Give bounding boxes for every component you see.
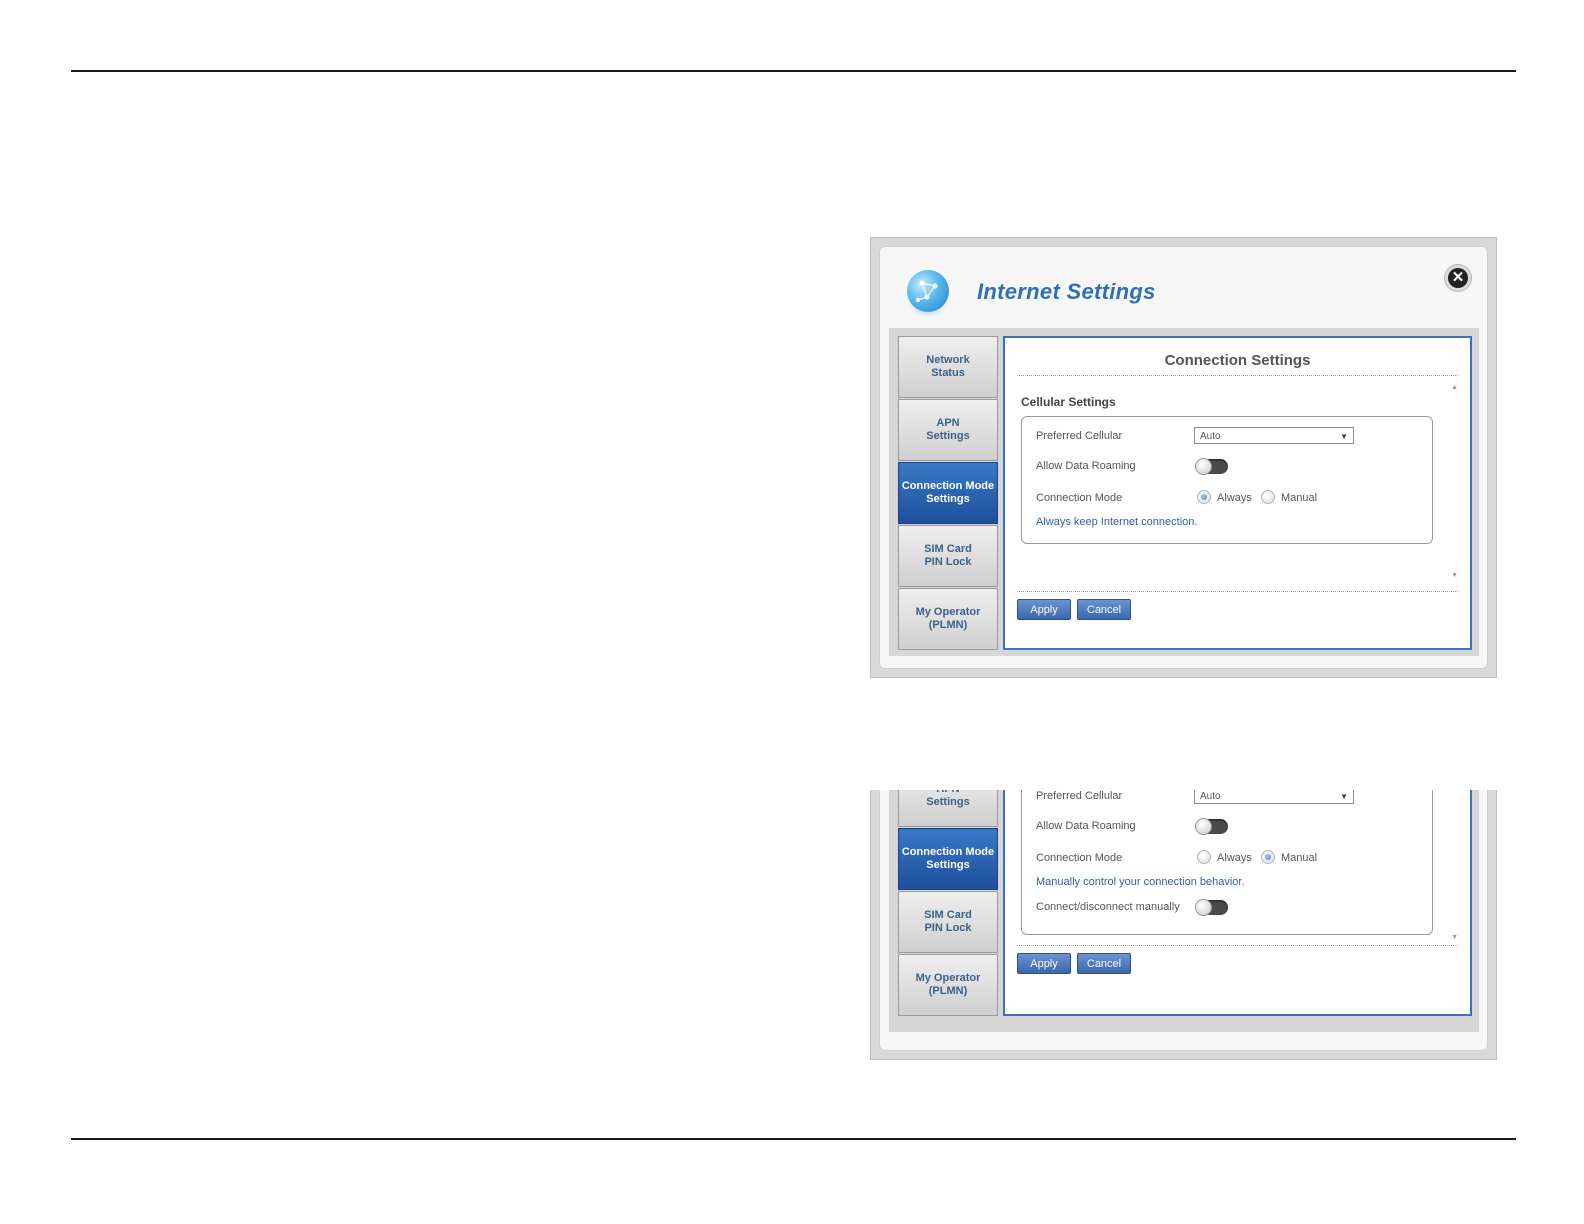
sidebar-item-label: Settings (926, 796, 970, 808)
preferred-cellular-select[interactable]: Auto ▼ (1194, 427, 1354, 444)
select-value: Auto (1200, 791, 1221, 802)
radio-always[interactable] (1197, 490, 1211, 504)
globe-network-icon (907, 270, 949, 312)
chevron-down-icon: ▼ (1340, 792, 1348, 801)
toggle-knob (1195, 458, 1212, 475)
cancel-button[interactable]: Cancel (1077, 599, 1131, 620)
sidebar-item-label: Settings (926, 430, 970, 442)
radio-manual-label: Manual (1281, 852, 1318, 864)
sidebar-item-label: (PLMN) (928, 619, 968, 631)
radio-always-label: Always (1217, 852, 1252, 864)
divider (1017, 375, 1458, 376)
apply-button[interactable]: Apply (1017, 599, 1071, 620)
cancel-button[interactable]: Cancel (1077, 953, 1131, 974)
mode-hint: Manually control your connection behavio… (1036, 876, 1245, 888)
bottom-rule (71, 1138, 1516, 1140)
radio-always-label: Always (1217, 492, 1252, 504)
roaming-toggle[interactable] (1195, 818, 1228, 835)
internet-settings-dialog-cropped: APN Settings Connection Mode Settings SI… (870, 790, 1497, 1060)
panel-title: Connection Settings (1164, 352, 1311, 369)
sidebar-item-label: Connection Mode (901, 846, 995, 858)
section-title: Cellular Settings (1021, 395, 1116, 409)
dialog-inner: APN Settings Connection Mode Settings SI… (879, 790, 1488, 1051)
radio-always[interactable] (1197, 850, 1211, 864)
sidebar-item-label: PIN Lock (924, 922, 972, 934)
sidebar-item-connection-mode[interactable]: Connection Mode Settings (898, 828, 998, 890)
chevron-down-icon: ▼ (1340, 432, 1348, 441)
close-icon: ✕ (1451, 269, 1465, 286)
internet-settings-dialog: Internet Settings ✕ Network Status APN S… (870, 237, 1497, 678)
connection-mode-label: Connection Mode (1036, 492, 1123, 504)
sidebar-item-apn-settings[interactable]: APN Settings (898, 790, 998, 827)
preferred-cellular-select[interactable]: Auto ▼ (1194, 790, 1354, 804)
connection-settings-panel: Preferred Cellular Auto ▼ Allow Data Roa… (1003, 790, 1472, 1016)
sidebar-item-label: My Operator (915, 606, 981, 618)
mode-hint: Always keep Internet connection. (1036, 516, 1198, 528)
sidebar-item-my-operator[interactable]: My Operator (PLMN) (898, 588, 998, 650)
cellular-settings-box: Preferred Cellular Auto ▼ Allow Data Roa… (1021, 416, 1433, 544)
settings-body: APN Settings Connection Mode Settings SI… (889, 790, 1479, 1032)
roaming-toggle[interactable] (1195, 458, 1228, 475)
sidebar-item-label: APN (936, 417, 960, 429)
settings-body: Network Status APN Settings Connection M… (889, 328, 1479, 656)
sidebar-item-sim-pin-lock[interactable]: SIM Card PIN Lock (898, 525, 998, 587)
sidebar-item-network-status[interactable]: Network Status (898, 336, 998, 398)
dialog-inner: Internet Settings ✕ Network Status APN S… (879, 246, 1488, 669)
dialog-title: Internet Settings (977, 279, 1156, 304)
sidebar-item-my-operator[interactable]: My Operator (PLMN) (898, 954, 998, 1016)
scroll-down-icon[interactable]: ▼ (1451, 572, 1458, 579)
cellular-settings-box: Preferred Cellular Auto ▼ Allow Data Roa… (1021, 790, 1433, 935)
sidebar-item-label: Connection Mode (901, 480, 995, 492)
sidebar-item-label: Settings (926, 493, 970, 505)
close-button[interactable]: ✕ (1444, 264, 1472, 292)
connection-mode-label: Connection Mode (1036, 852, 1123, 864)
radio-manual-label: Manual (1281, 492, 1318, 504)
scroll-down-icon[interactable]: ▼ (1451, 934, 1458, 941)
sidebar-item-label: SIM Card (924, 909, 972, 921)
preferred-cellular-label: Preferred Cellular (1036, 790, 1123, 802)
preferred-cellular-label: Preferred Cellular (1036, 430, 1123, 442)
toggle-knob (1195, 899, 1212, 916)
roaming-label: Allow Data Roaming (1036, 460, 1136, 472)
sidebar-item-connection-mode[interactable]: Connection Mode Settings (898, 462, 998, 524)
radio-manual[interactable] (1261, 490, 1275, 504)
connection-settings-panel: Connection Settings ▲ Cellular Settings … (1003, 336, 1472, 650)
divider (1017, 945, 1458, 946)
roaming-label: Allow Data Roaming (1036, 820, 1136, 832)
scroll-up-icon[interactable]: ▲ (1451, 384, 1458, 391)
sidebar-item-label: Network (926, 354, 970, 366)
sidebar-item-label: Status (931, 367, 965, 379)
sidebar-item-label: My Operator (915, 972, 981, 984)
top-rule (71, 70, 1516, 72)
select-value: Auto (1200, 431, 1221, 442)
sidebar-item-sim-pin-lock[interactable]: SIM Card PIN Lock (898, 891, 998, 953)
sidebar-item-apn-settings[interactable]: APN Settings (898, 399, 998, 461)
sidebar-item-label: (PLMN) (928, 985, 968, 997)
manual-connect-toggle[interactable] (1195, 899, 1228, 916)
sidebar-item-label: SIM Card (924, 543, 972, 555)
apply-button[interactable]: Apply (1017, 953, 1071, 974)
sidebar-item-label: Settings (926, 859, 970, 871)
radio-manual[interactable] (1261, 850, 1275, 864)
toggle-knob (1195, 818, 1212, 835)
manual-connect-label: Connect/disconnect manually (1036, 901, 1180, 913)
sidebar-item-label: PIN Lock (924, 556, 972, 568)
divider (1017, 591, 1458, 592)
